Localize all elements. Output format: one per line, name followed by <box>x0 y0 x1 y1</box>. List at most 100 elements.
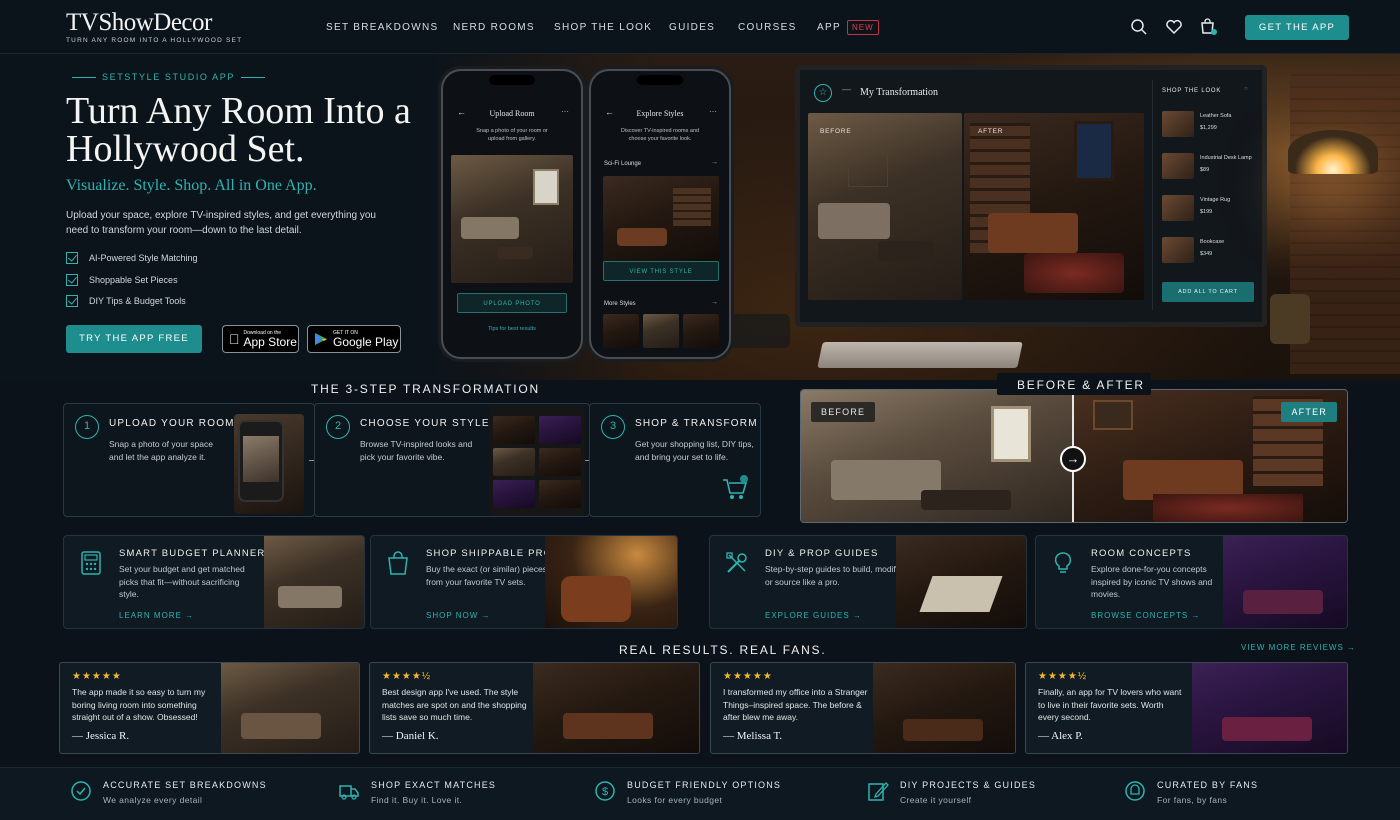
trust-item-text: Create it yourself <box>900 795 972 805</box>
learn-more-link[interactable]: LEARN MORE → <box>119 611 194 620</box>
view-more-reviews-link[interactable]: VIEW MORE REVIEWS → <box>1241 643 1356 652</box>
before-label: BEFORE <box>820 128 852 135</box>
trust-bar <box>0 767 1400 820</box>
item-thumbnail <box>1162 111 1194 137</box>
before-after-comparison[interactable]: → BEFORE AFTER <box>800 389 1348 523</box>
style-thumbnail[interactable] <box>603 314 639 348</box>
step-text: Browse TV-inspired looks and pick your f… <box>360 439 473 462</box>
style-thumbnail[interactable] <box>643 314 679 348</box>
review-photo <box>873 663 1015 753</box>
feature-card-budget[interactable]: SMART BUDGET PLANNER Set your budget and… <box>63 535 365 629</box>
trust-item-title: BUDGET FRIENDLY OPTIONS <box>627 780 782 790</box>
add-all-to-cart-button[interactable]: ADD ALL TO CART <box>1162 282 1254 302</box>
learn-more-label: LEARN MORE <box>119 611 182 620</box>
trust-item-text: For fans, by fans <box>1157 795 1228 805</box>
hero-description: Upload your space, explore TV-inspired s… <box>66 210 376 236</box>
style-preview-image[interactable] <box>603 176 719 262</box>
review-author: — Alex P. <box>1038 730 1083 742</box>
trust-item-title: ACCURATE SET BREAKDOWNS <box>103 780 267 790</box>
feature-card-text: Set your budget and get matched picks th… <box>119 564 245 599</box>
style-arrow-icon: → <box>711 159 718 166</box>
app-store-button[interactable]:  Download on theApp Store <box>222 325 299 353</box>
item-price: $1,299 <box>1200 125 1217 131</box>
feature-card-shop-props[interactable]: SHOP SHIPPABLE PROPS Buy the exact (or s… <box>370 535 678 629</box>
minus-icon: — <box>842 84 851 94</box>
dollar-icon: $ <box>595 781 615 801</box>
nav-set-breakdowns[interactable]: SET BREAKDOWNS <box>326 22 438 33</box>
view-this-style-button[interactable]: VIEW THIS STYLE <box>603 261 719 281</box>
google-play-icon <box>315 333 327 345</box>
logo[interactable]: TVShowDecor TURN ANY ROOM INTO A HOLLYWO… <box>66 10 242 45</box>
phone-notch <box>637 75 683 85</box>
heart-icon[interactable] <box>1165 18 1183 36</box>
nav-guides[interactable]: GUIDES <box>669 22 715 33</box>
after-tag: AFTER <box>1281 402 1337 422</box>
trust-item-text: Find it. Buy it. Love it. <box>371 795 463 805</box>
google-play-label: Google Play <box>333 335 399 349</box>
phone-screen-text: Discover TV-inspired rooms and choose yo… <box>620 128 700 142</box>
review-card: ★★★★★ The app made it so easy to turn my… <box>59 662 360 754</box>
get-the-app-button[interactable]: GET THE APP <box>1245 15 1349 40</box>
page: TVShowDecor TURN ANY ROOM INTO A HOLLYWO… <box>0 0 1400 820</box>
arrow-right-icon: → <box>852 611 862 620</box>
step-title: SHOP & TRANSFORM <box>635 418 758 429</box>
step-text: Get your shopping list, DIY tips, and br… <box>635 439 754 462</box>
shop-item[interactable]: Industrial Desk Lamp $89 <box>1160 150 1252 186</box>
feature-check-item: DIY Tips & Budget Tools <box>66 295 186 307</box>
feature-card-room-concepts[interactable]: ROOM CONCEPTS Explore done-for-you conce… <box>1035 535 1348 629</box>
shop-item[interactable]: Leather Sofa $1,299 <box>1160 108 1252 144</box>
tips-link[interactable]: Tips for best results <box>443 325 581 333</box>
feature-check-label: DIY Tips & Budget Tools <box>89 296 186 306</box>
trust-item-title: DIY PROJECTS & GUIDES <box>900 780 1037 790</box>
arrow-right-icon: → <box>185 611 195 620</box>
phone-screen-title: Upload Room <box>489 109 535 118</box>
phone-screen-title: Explore Styles <box>636 109 684 118</box>
feature-card-text: Explore done-for-you concepts inspired b… <box>1091 564 1213 599</box>
trust-item-text: Looks for every budget <box>627 795 723 805</box>
shop-item[interactable]: Bookcase $349 <box>1160 234 1252 270</box>
shop-item[interactable]: Vintage Rug $199 <box>1160 192 1252 228</box>
star-rating: ★★★★★ <box>72 671 122 682</box>
step-number: 2 <box>326 415 350 439</box>
nav-nerd-rooms[interactable]: NERD ROOMS <box>453 22 535 33</box>
style-thumbnail[interactable] <box>683 314 719 348</box>
before-photo <box>808 113 962 300</box>
arrow-right-icon: → <box>481 611 491 620</box>
item-thumbnail <box>1162 153 1194 179</box>
google-play-button[interactable]: GET IT ON Google Play <box>307 325 401 353</box>
before-tag: BEFORE <box>811 402 876 422</box>
step-card: 3 SHOP & TRANSFORM Get your shopping lis… <box>589 403 761 517</box>
explore-guides-link[interactable]: EXPLORE GUIDES → <box>765 611 862 620</box>
more-styles-arrow-icon[interactable]: → <box>711 299 718 306</box>
step-hand-photo <box>234 414 304 514</box>
trust-item-text: We analyze every detail <box>103 795 203 805</box>
apple-icon:  <box>229 331 240 347</box>
item-name: Leather Sofa <box>1200 113 1232 119</box>
monitor-screen: ☆ — My Transformation BEFORE AFTER SHOP … <box>800 70 1262 322</box>
review-quote: The app made it so easy to turn my borin… <box>72 687 206 722</box>
feature-card-title: ROOM CONCEPTS <box>1091 548 1192 559</box>
before-after-title: BEFORE & AFTER <box>1017 378 1145 392</box>
slider-handle-icon[interactable]: → <box>1060 446 1086 472</box>
feature-check-label: AI-Powered Style Matching <box>89 253 198 263</box>
nav-app[interactable]: APP <box>817 22 841 33</box>
browse-concepts-label: BROWSE CONCEPTS <box>1091 611 1189 620</box>
item-name: Industrial Desk Lamp <box>1200 155 1252 161</box>
phone-upload-room: ← ⋯ Upload Room Snap a photo of your roo… <box>441 69 583 359</box>
upload-photo-button[interactable]: UPLOAD PHOTO <box>457 293 567 313</box>
feature-card-photo <box>545 536 677 628</box>
search-icon[interactable] <box>1130 18 1148 36</box>
nav-shop-the-look[interactable]: SHOP THE LOOK <box>554 22 652 33</box>
cart-icon[interactable] <box>1199 18 1217 36</box>
try-app-free-button[interactable]: TRY THE APP FREE <box>66 325 202 353</box>
feature-card-diy-guides[interactable]: DIY & PROP GUIDES Step-by-step guides to… <box>709 535 1027 629</box>
panel-close-icon[interactable]: ○ <box>1244 86 1248 92</box>
shop-now-link[interactable]: SHOP NOW → <box>426 611 491 620</box>
review-author: — Jessica R. <box>72 730 130 742</box>
transformation-title: My Transformation <box>860 87 939 98</box>
arrow-right-icon: → <box>1191 611 1201 620</box>
star-rating: ★★★★½ <box>1038 671 1088 682</box>
nav-courses[interactable]: COURSES <box>738 22 797 33</box>
browse-concepts-link[interactable]: BROWSE CONCEPTS → <box>1091 611 1200 620</box>
shopping-bag-icon <box>388 551 408 575</box>
